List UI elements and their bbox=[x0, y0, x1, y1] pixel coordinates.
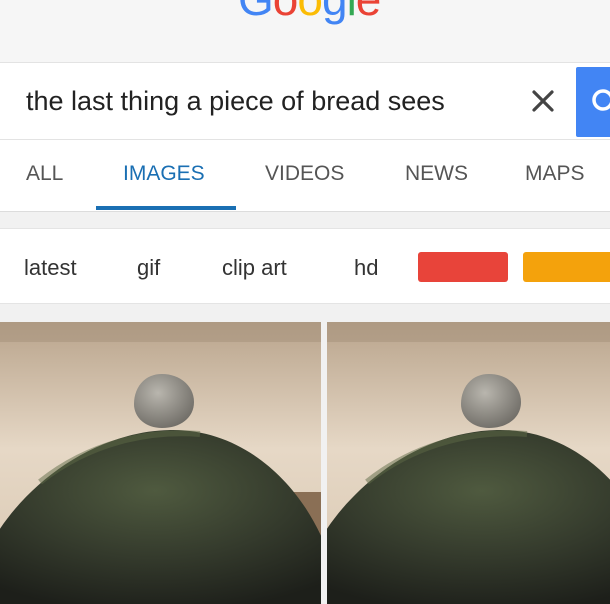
search-icon bbox=[592, 89, 610, 111]
chip-latest[interactable]: latest bbox=[24, 255, 77, 281]
tab-images[interactable]: IMAGES bbox=[123, 162, 205, 186]
color-filter-red[interactable] bbox=[418, 252, 508, 282]
google-logo[interactable]: Google bbox=[238, 0, 382, 22]
tab-maps[interactable]: MAPS bbox=[525, 162, 585, 186]
tab-videos[interactable]: VIDEOS bbox=[265, 162, 344, 186]
search-bar bbox=[0, 62, 610, 140]
chip-gif[interactable]: gif bbox=[137, 255, 160, 281]
search-tabs: ALL IMAGES VIDEOS NEWS MAPS bbox=[0, 140, 610, 212]
tab-news[interactable]: NEWS bbox=[405, 162, 468, 186]
image-result[interactable] bbox=[0, 322, 321, 604]
search-button[interactable] bbox=[576, 67, 610, 137]
image-result[interactable] bbox=[327, 322, 610, 604]
tab-all[interactable]: ALL bbox=[26, 162, 63, 186]
search-results-page: Google ALL IMAGES VIDEOS NEWS MAPS lates… bbox=[0, 0, 610, 604]
search-input[interactable] bbox=[0, 63, 515, 139]
header: Google bbox=[0, 0, 610, 62]
bread-pov-image bbox=[0, 322, 321, 604]
logo-letter: e bbox=[356, 0, 382, 22]
bread-pov-image bbox=[327, 322, 610, 604]
close-icon bbox=[532, 90, 554, 112]
filter-chips: latest gif clip art hd bbox=[0, 228, 610, 304]
logo-letter: G bbox=[238, 0, 274, 22]
logo-letter: o bbox=[297, 0, 323, 22]
chip-clip-art[interactable]: clip art bbox=[222, 255, 287, 281]
active-tab-indicator bbox=[96, 206, 236, 210]
chip-hd[interactable]: hd bbox=[354, 255, 378, 281]
logo-letter: o bbox=[273, 0, 299, 22]
logo-letter: g bbox=[322, 0, 348, 22]
color-filter-orange[interactable] bbox=[523, 252, 610, 282]
clear-search-button[interactable] bbox=[523, 81, 563, 121]
logo-letter: l bbox=[347, 0, 357, 22]
